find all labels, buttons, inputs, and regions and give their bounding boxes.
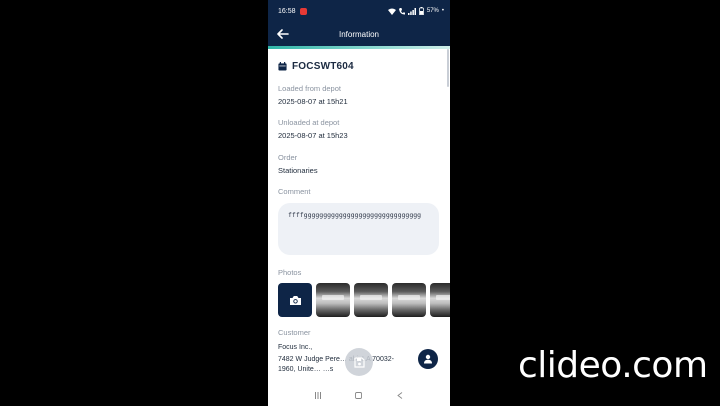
arrow-left-icon — [277, 29, 289, 39]
back-nav-button[interactable] — [393, 388, 407, 402]
vehicle-header: FOCSWT604 — [278, 61, 354, 72]
photo-thumbnail[interactable] — [316, 283, 350, 317]
customer-address: 7482 W Judge Pere… abi, LA 70032-1960, U… — [278, 356, 394, 373]
photo-thumbnail[interactable] — [430, 283, 450, 317]
details-scroll-area[interactable]: FOCSWT604 Loaded from depot 2025-08-07 a… — [268, 49, 450, 384]
calendar-icon — [278, 62, 287, 71]
photo-thumbnail[interactable] — [354, 283, 388, 317]
phone-screen: 16:58 57% • Information FOCSWT604 Loaded… — [268, 0, 450, 406]
customer-contact-button[interactable] — [418, 349, 438, 369]
system-nav-bar — [268, 384, 450, 406]
unloaded-value: 2025-08-07 at 15h23 — [278, 131, 348, 140]
vehicle-id: FOCSWT604 — [292, 61, 354, 72]
page-title: Information — [338, 29, 380, 39]
back-button[interactable] — [275, 26, 291, 42]
loaded-label: Loaded from depot — [278, 84, 341, 93]
scrollbar[interactable] — [447, 49, 449, 87]
comment-label: Comment — [278, 187, 311, 196]
status-dot-icon: • — [441, 8, 444, 14]
watermark: clideo.com — [518, 345, 708, 386]
save-icon — [353, 356, 365, 368]
app-bar: Information — [268, 22, 450, 46]
photos-strip — [278, 283, 450, 317]
customer-label: Customer — [278, 328, 311, 337]
home-button[interactable] — [352, 388, 366, 402]
notification-icon — [299, 7, 307, 15]
status-time: 16:58 — [278, 7, 296, 15]
order-value: Stationaries — [278, 166, 318, 175]
loaded-value: 2025-08-07 at 15h21 — [278, 97, 348, 106]
signal-icon — [407, 7, 416, 15]
add-photo-button[interactable] — [278, 283, 312, 317]
status-bar: 16:58 57% • — [268, 0, 450, 22]
wifi-icon — [387, 8, 396, 15]
person-icon — [424, 354, 432, 364]
recents-icon — [315, 391, 322, 399]
save-button[interactable] — [345, 348, 373, 376]
battery-icon — [418, 7, 424, 15]
photo-thumbnail[interactable] — [392, 283, 426, 317]
camera-icon — [289, 295, 301, 305]
call-icon — [398, 7, 405, 15]
customer-name: Focus Inc., — [278, 344, 313, 351]
order-label: Order — [278, 153, 298, 162]
chevron-left-icon — [396, 391, 402, 399]
recent-apps-button[interactable] — [311, 388, 325, 402]
home-icon — [355, 391, 363, 399]
battery-percent: 57% — [426, 8, 439, 14]
comment-field[interactable]: ffffgggggggggggggggggggggggggggggg — [278, 203, 439, 255]
photos-label: Photos — [278, 268, 302, 277]
unloaded-label: Unloaded at depot — [278, 118, 340, 127]
